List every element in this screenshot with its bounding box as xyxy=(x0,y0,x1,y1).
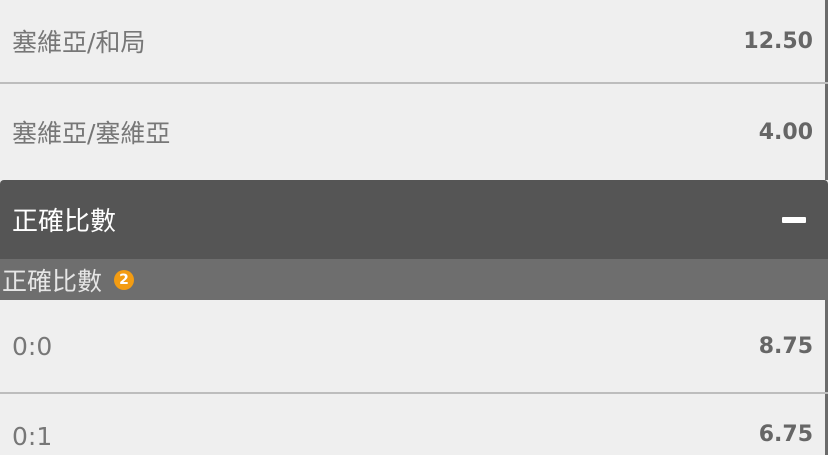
bet-option-odds[interactable]: 12.50 xyxy=(743,29,813,54)
bet-option-row[interactable]: 0:0 8.75 xyxy=(0,300,828,392)
market-subheader: 正確比數 2 xyxy=(0,259,828,300)
bet-option-label: 塞維亞/和局 xyxy=(12,28,146,57)
section-title: 正確比數 xyxy=(12,207,117,237)
bet-option-label: 0:1 xyxy=(12,422,53,451)
bet-option-odds[interactable]: 4.00 xyxy=(759,120,813,145)
collapse-icon[interactable] xyxy=(782,216,806,223)
bet-option-row[interactable]: 塞維亞/塞維亞 4.00 xyxy=(0,84,828,180)
bet-option-row[interactable]: 0:1 6.75 xyxy=(0,394,828,455)
bet-option-label: 塞維亞/塞維亞 xyxy=(12,119,171,148)
bet-option-odds[interactable]: 6.75 xyxy=(759,422,813,447)
bet-option-odds[interactable]: 8.75 xyxy=(759,334,813,359)
bet-option-label: 0:0 xyxy=(12,331,53,361)
subsection-title: 正確比數 xyxy=(2,266,103,296)
bet-option-row[interactable]: 塞維亞/和局 12.50 xyxy=(0,0,828,82)
count-badge: 2 xyxy=(114,269,135,290)
market-section-header[interactable]: 正確比數 xyxy=(0,180,828,259)
